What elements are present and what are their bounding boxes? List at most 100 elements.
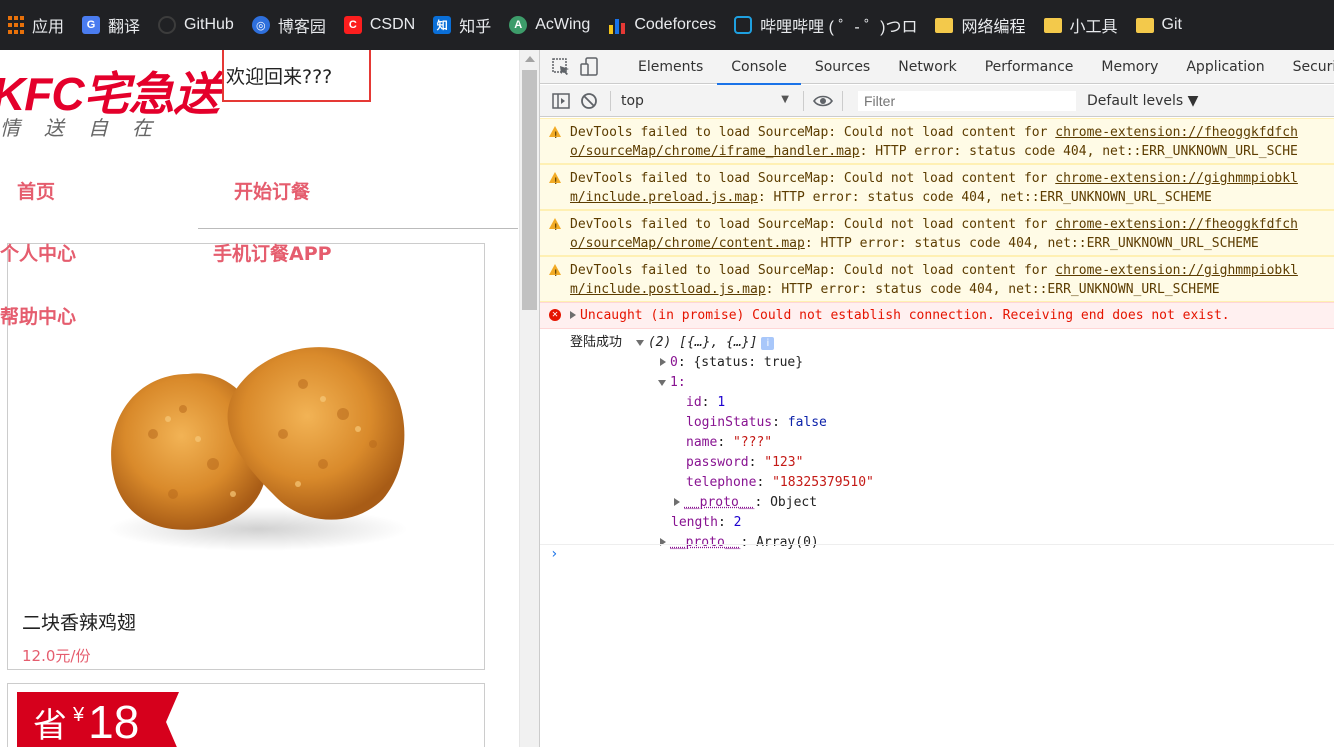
console-log-entry[interactable]: 登陆成功 (2) [{…}, {…}] i — [540, 333, 1334, 353]
sourcemap-link[interactable]: chrome-extension://gighmmpiobkl — [1055, 171, 1298, 186]
nav-help-center[interactable]: 帮助中心 — [0, 302, 76, 329]
tab-memory[interactable]: Memory — [1087, 50, 1172, 84]
slogan: 情送自在 — [0, 112, 176, 141]
tab-performance[interactable]: Performance — [971, 50, 1088, 84]
object-field: telephone: "18325379510" — [540, 473, 1334, 493]
bookmark-cnblogs[interactable]: ◎ 博客园 — [244, 0, 336, 50]
sourcemap-link[interactable]: chrome-extension://fheoggkfdfch — [1055, 125, 1298, 140]
cnblogs-icon: ◎ — [252, 16, 270, 34]
bookmark-csdn[interactable]: C CSDN — [336, 0, 425, 50]
field-key: name — [686, 435, 717, 450]
clear-console-icon[interactable] — [578, 90, 600, 112]
sourcemap-link[interactable]: o/sourceMap/chrome/iframe_handler.map — [570, 144, 860, 159]
chicken-wings-image — [93, 324, 423, 564]
collapse-arrow-icon[interactable] — [636, 340, 644, 346]
bookmark-label: GitHub — [184, 16, 234, 34]
tab-application[interactable]: Application — [1172, 50, 1278, 84]
bookmark-label: Git — [1162, 16, 1182, 34]
bookmark-label: 翻译 — [108, 13, 140, 37]
expand-arrow-icon[interactable] — [570, 311, 576, 319]
promo-card[interactable]: 省 ¥ 18 — [7, 683, 485, 747]
warning-text: : HTTP error: status code 404, net::ERR_… — [860, 144, 1298, 159]
length-key: length — [671, 515, 718, 530]
proto-value: : Array(0) — [740, 535, 818, 550]
field-key: loginStatus — [686, 415, 772, 430]
show-sidebar-icon[interactable] — [550, 90, 572, 112]
bookmark-translate[interactable]: G 翻译 — [74, 0, 150, 50]
array-item-0[interactable]: 0: {status: true} — [540, 353, 1334, 373]
bookmark-zhihu[interactable]: 知 知乎 — [425, 0, 501, 50]
array-proto[interactable]: __proto__: Array(0) — [540, 533, 1334, 553]
item-index: 1: — [670, 375, 686, 390]
proto-value: : Object — [754, 495, 817, 510]
field-key: password — [686, 455, 749, 470]
nav-start-order[interactable]: 开始订餐 — [234, 177, 310, 204]
sourcemap-link[interactable]: chrome-extension://fheoggkfdfch — [1055, 217, 1298, 232]
console-warning: DevTools failed to load SourceMap: Could… — [540, 118, 1334, 164]
array-item-1[interactable]: 1: — [540, 373, 1334, 393]
console-warning: DevTools failed to load SourceMap: Could… — [540, 256, 1334, 302]
log-levels-dropdown[interactable]: Default levels ▼ — [1087, 93, 1198, 109]
devtools-panel: Elements Console Sources Network Perform… — [540, 50, 1334, 747]
toolbar-separator — [842, 91, 843, 111]
translate-icon: G — [82, 16, 100, 34]
folder-icon — [1136, 18, 1154, 33]
device-toolbar-icon[interactable] — [578, 56, 600, 78]
console-error[interactable]: ✕ Uncaught (in promise) Could not establ… — [540, 302, 1334, 329]
bookmark-label: Codeforces — [634, 16, 716, 34]
expand-arrow-icon[interactable] — [674, 498, 680, 506]
warning-text: : HTTP error: status code 404, net::ERR_… — [805, 236, 1259, 251]
field-key: telephone — [686, 475, 756, 490]
nav-mobile-app[interactable]: 手机订餐APP — [213, 239, 332, 266]
product-name[interactable]: 二块香辣鸡翅 — [22, 608, 136, 635]
field-value: "18325379510" — [772, 475, 874, 490]
sourcemap-link[interactable]: m/include.preload.js.map — [570, 190, 758, 205]
collapse-arrow-icon[interactable] — [658, 380, 666, 386]
field-value: false — [788, 415, 827, 430]
bookmark-apps[interactable]: 应用 — [0, 0, 74, 50]
warning-icon — [549, 218, 561, 229]
tab-console[interactable]: Console — [717, 50, 801, 84]
bookmark-github[interactable]: GitHub — [150, 0, 244, 50]
console-prompt-icon[interactable]: › — [550, 546, 558, 562]
bookmark-bilibili[interactable]: 哔哩哔哩 ( ゜- ゜)つロ — [726, 0, 927, 50]
proto-key: __proto__ — [670, 535, 740, 550]
inspect-element-icon[interactable] — [550, 56, 572, 78]
bookmark-acwing[interactable]: A AcWing — [501, 0, 600, 50]
sourcemap-link[interactable]: m/include.postload.js.map — [570, 282, 766, 297]
save-badge: 省 ¥ 18 — [17, 692, 179, 747]
filter-input[interactable] — [857, 90, 1077, 112]
bookmark-folder-tools[interactable]: 小工具 — [1036, 0, 1128, 50]
bookmark-label: AcWing — [535, 16, 590, 34]
toolbar-separator — [610, 91, 611, 111]
tab-elements[interactable]: Elements — [624, 50, 717, 84]
page-scrollbar[interactable] — [519, 50, 539, 747]
nav-home[interactable]: 首页 — [17, 177, 55, 204]
sourcemap-link[interactable]: chrome-extension://gighmmpiobkl — [1055, 263, 1298, 278]
tab-sources[interactable]: Sources — [801, 50, 884, 84]
bookmark-folder-git[interactable]: Git — [1128, 0, 1192, 50]
info-icon[interactable]: i — [761, 337, 774, 350]
field-value: "???" — [733, 435, 772, 450]
tab-network[interactable]: Network — [884, 50, 970, 84]
tab-security[interactable]: Security — [1279, 50, 1334, 84]
warning-text: DevTools failed to load SourceMap: Could… — [570, 171, 1055, 186]
live-expression-eye-icon[interactable] — [812, 90, 834, 112]
context-selector[interactable]: top — [621, 93, 789, 109]
expand-arrow-icon[interactable] — [660, 358, 666, 366]
save-label: 省 — [33, 698, 67, 747]
scroll-up-arrow-icon[interactable] — [525, 56, 535, 62]
bookmarks-bar: 应用 G 翻译 GitHub ◎ 博客园 C CSDN 知 知乎 A AcWin… — [0, 0, 1334, 50]
bookmark-codeforces[interactable]: Codeforces — [600, 0, 726, 50]
scroll-thumb[interactable] — [522, 70, 537, 310]
codeforces-icon — [608, 16, 626, 34]
warning-icon — [549, 126, 561, 137]
nav-user-center[interactable]: 个人中心 — [0, 239, 76, 266]
devtools-tabbar: Elements Console Sources Network Perform… — [540, 50, 1334, 84]
sourcemap-link[interactable]: o/sourceMap/chrome/content.map — [570, 236, 805, 251]
bookmark-folder-network[interactable]: 网络编程 — [927, 0, 1035, 50]
array-summary: (2) [{…}, {…}] — [648, 335, 758, 350]
console-output: DevTools failed to load SourceMap: Could… — [540, 118, 1334, 747]
object-proto[interactable]: __proto__: Object — [540, 493, 1334, 513]
product-card[interactable]: 二块香辣鸡翅 12.0元/份 — [7, 243, 485, 670]
